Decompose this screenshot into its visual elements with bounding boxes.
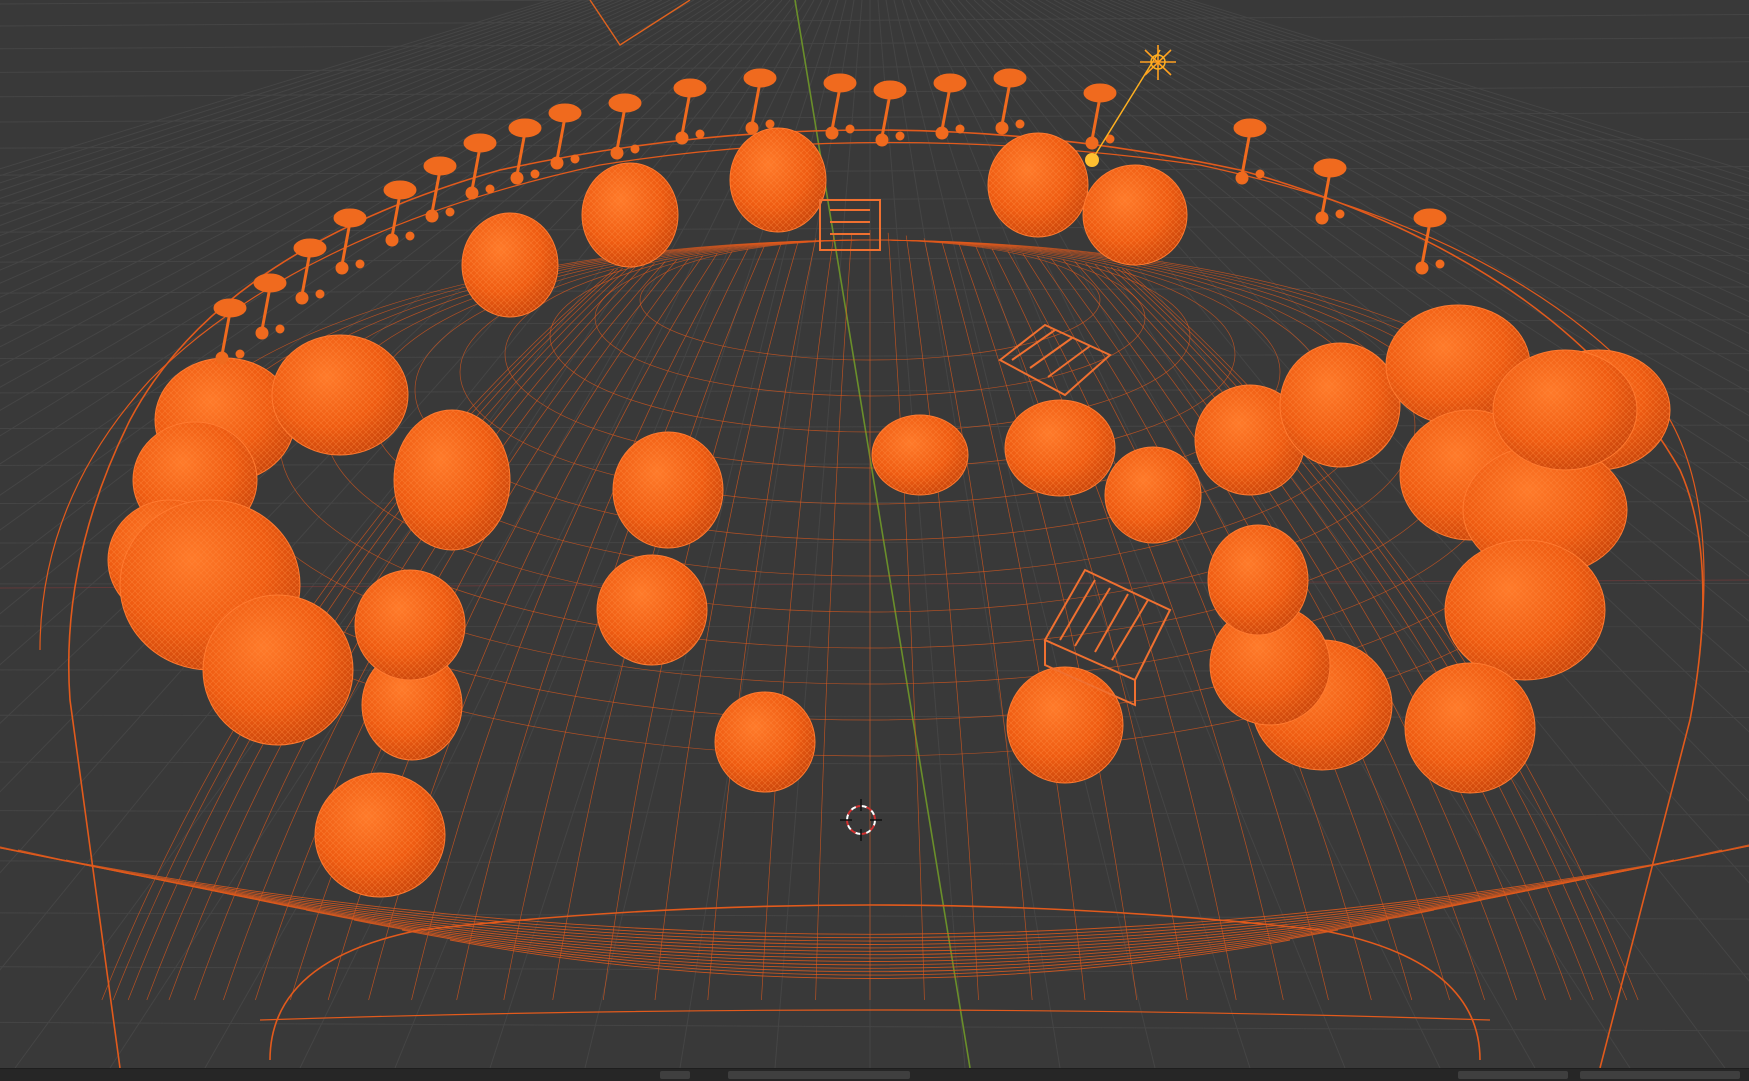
fruit-mesh[interactable] [203, 595, 353, 745]
fruit-mesh[interactable] [272, 335, 408, 455]
status-segment [660, 1071, 690, 1079]
fruit-mesh[interactable] [1445, 540, 1605, 680]
fruit-mesh[interactable] [1493, 350, 1637, 470]
fruit-mesh[interactable] [1208, 525, 1308, 635]
flower-mesh[interactable] [934, 74, 966, 139]
flower-mesh[interactable] [464, 134, 496, 199]
flower-mesh[interactable] [1234, 119, 1266, 184]
fruit-mesh[interactable] [355, 570, 465, 680]
fruit-mesh[interactable] [715, 692, 815, 792]
flower-mesh[interactable] [549, 104, 581, 169]
flower-mesh[interactable] [994, 69, 1026, 134]
flower-mesh[interactable] [334, 209, 366, 274]
flower-mesh[interactable] [824, 74, 856, 139]
flower-mesh[interactable] [674, 79, 706, 144]
status-segment [728, 1071, 910, 1079]
fruit-mesh[interactable] [1280, 343, 1400, 467]
fruit-mesh[interactable] [730, 128, 826, 232]
fruit-mesh[interactable] [462, 213, 558, 317]
status-segment [1580, 1071, 1740, 1079]
fruit-mesh[interactable] [1405, 663, 1535, 793]
flower-mesh[interactable] [214, 299, 246, 364]
fruit-mesh[interactable] [988, 133, 1088, 237]
flower-mesh[interactable] [874, 81, 906, 146]
status-bar [0, 1068, 1749, 1081]
fruit-mesh[interactable] [1083, 165, 1187, 265]
fruit-mesh[interactable] [1005, 400, 1115, 496]
flower-mesh[interactable] [384, 181, 416, 246]
flower-mesh[interactable] [254, 274, 286, 339]
fruit-mesh[interactable] [597, 555, 707, 665]
fruit-mesh[interactable] [394, 410, 510, 550]
fruit-mesh[interactable] [613, 432, 723, 548]
flower-mesh[interactable] [1414, 209, 1446, 274]
viewport-canvas[interactable] [0, 0, 1749, 1068]
3d-cursor-icon[interactable] [840, 799, 882, 841]
3d-viewport[interactable] [0, 0, 1749, 1068]
status-segment [1458, 1071, 1568, 1079]
fruit-mesh[interactable] [872, 415, 968, 495]
fruit-mesh[interactable] [1105, 447, 1201, 543]
fruit-mesh[interactable] [1007, 667, 1123, 783]
fruit-mesh[interactable] [582, 163, 678, 267]
fruit-mesh[interactable] [315, 773, 445, 897]
flower-mesh[interactable] [744, 69, 776, 134]
